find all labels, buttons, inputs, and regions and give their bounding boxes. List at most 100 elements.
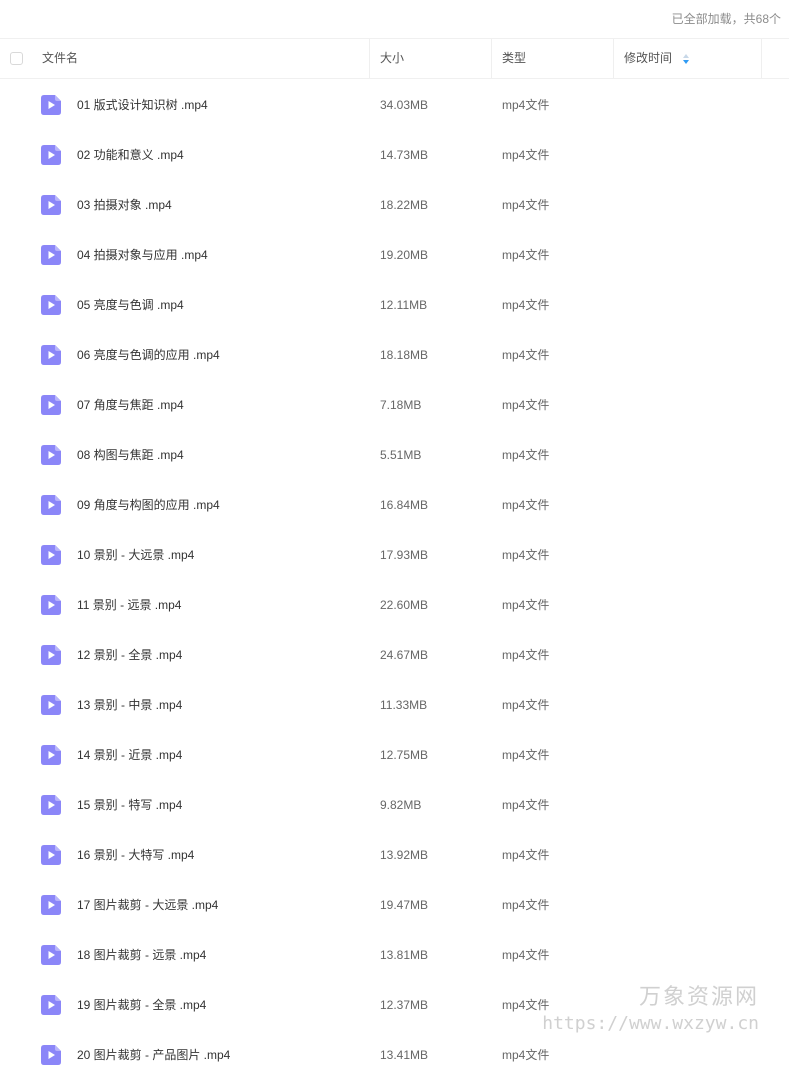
file-name[interactable]: 10 景别 - 大远景 .mp4 <box>77 530 194 580</box>
file-row[interactable]: 14 景别 - 近景 .mp4 12.75MB mp4文件 <box>0 730 789 780</box>
file-type: mp4文件 <box>502 398 550 412</box>
file-row[interactable]: 19 图片裁剪 - 全景 .mp4 12.37MB mp4文件 <box>0 980 789 1030</box>
file-row[interactable]: 13 景别 - 中景 .mp4 11.33MB mp4文件 <box>0 680 789 730</box>
file-size: 11.33MB <box>380 698 428 712</box>
video-file-icon <box>41 95 61 115</box>
file-size: 12.37MB <box>380 998 429 1012</box>
file-type: mp4文件 <box>502 248 550 262</box>
file-name[interactable]: 18 图片裁剪 - 远景 .mp4 <box>77 930 206 980</box>
file-row[interactable]: 02 功能和意义 .mp4 14.73MB mp4文件 <box>0 130 789 180</box>
video-file-icon <box>41 445 61 465</box>
file-type: mp4文件 <box>502 198 550 212</box>
column-divider[interactable] <box>761 39 762 78</box>
video-file-icon <box>41 745 61 765</box>
file-row[interactable]: 17 图片裁剪 - 大远景 .mp4 19.47MB mp4文件 <box>0 880 789 930</box>
file-name[interactable]: 14 景别 - 近景 .mp4 <box>77 730 182 780</box>
file-row[interactable]: 07 角度与焦距 .mp4 7.18MB mp4文件 <box>0 380 789 430</box>
column-header-size[interactable]: 大小 <box>380 39 404 78</box>
file-size: 19.20MB <box>380 248 429 262</box>
file-row[interactable]: 05 亮度与色调 .mp4 12.11MB mp4文件 <box>0 280 789 330</box>
file-row[interactable]: 15 景别 - 特写 .mp4 9.82MB mp4文件 <box>0 780 789 830</box>
file-type: mp4文件 <box>502 698 550 712</box>
file-size: 12.75MB <box>380 748 429 762</box>
video-file-icon <box>41 595 61 615</box>
video-file-icon <box>41 245 61 265</box>
file-row[interactable]: 01 版式设计知识树 .mp4 34.03MB mp4文件 <box>0 80 789 130</box>
column-header-name[interactable]: 文件名 <box>42 39 78 78</box>
file-size: 24.67MB <box>380 648 429 662</box>
video-file-icon <box>41 895 61 915</box>
file-size: 18.22MB <box>380 198 429 212</box>
file-name[interactable]: 19 图片裁剪 - 全景 .mp4 <box>77 980 206 1030</box>
video-file-icon <box>41 545 61 565</box>
file-name[interactable]: 07 角度与焦距 .mp4 <box>77 380 184 430</box>
file-type: mp4文件 <box>502 948 550 962</box>
file-name[interactable]: 13 景别 - 中景 .mp4 <box>77 680 182 730</box>
column-divider[interactable] <box>491 39 492 78</box>
file-row[interactable]: 04 拍摄对象与应用 .mp4 19.20MB mp4文件 <box>0 230 789 280</box>
file-name[interactable]: 08 构图与焦距 .mp4 <box>77 430 184 480</box>
column-divider[interactable] <box>369 39 370 78</box>
sort-icon[interactable] <box>682 53 690 65</box>
file-name[interactable]: 05 亮度与色调 .mp4 <box>77 280 184 330</box>
video-file-icon <box>41 145 61 165</box>
file-name[interactable]: 03 拍摄对象 .mp4 <box>77 180 172 230</box>
file-size: 18.18MB <box>380 348 429 362</box>
file-type: mp4文件 <box>502 98 550 112</box>
file-type: mp4文件 <box>502 498 550 512</box>
load-status: 已全部加载，共68个 <box>671 12 781 26</box>
file-type: mp4文件 <box>502 598 550 612</box>
file-row[interactable]: 08 构图与焦距 .mp4 5.51MB mp4文件 <box>0 430 789 480</box>
file-size: 7.18MB <box>380 398 422 412</box>
column-divider[interactable] <box>613 39 614 78</box>
file-row[interactable]: 16 景别 - 大特写 .mp4 13.92MB mp4文件 <box>0 830 789 880</box>
file-size: 16.84MB <box>380 498 429 512</box>
file-row[interactable]: 20 图片裁剪 - 产品图片 .mp4 13.41MB mp4文件 <box>0 1030 789 1080</box>
file-row[interactable]: 03 拍摄对象 .mp4 18.22MB mp4文件 <box>0 180 789 230</box>
file-name[interactable]: 12 景别 - 全景 .mp4 <box>77 630 182 680</box>
file-name[interactable]: 09 角度与构图的应用 .mp4 <box>77 480 220 530</box>
file-size: 13.81MB <box>380 948 429 962</box>
video-file-icon <box>41 945 61 965</box>
file-size: 14.73MB <box>380 148 429 162</box>
file-type: mp4文件 <box>502 898 550 912</box>
video-file-icon <box>41 695 61 715</box>
file-size: 17.93MB <box>380 548 429 562</box>
file-name[interactable]: 17 图片裁剪 - 大远景 .mp4 <box>77 880 218 930</box>
file-row[interactable]: 18 图片裁剪 - 远景 .mp4 13.81MB mp4文件 <box>0 930 789 980</box>
file-type: mp4文件 <box>502 848 550 862</box>
file-type: mp4文件 <box>502 298 550 312</box>
file-name[interactable]: 02 功能和意义 .mp4 <box>77 130 184 180</box>
video-file-icon <box>41 345 61 365</box>
file-name[interactable]: 11 景别 - 远景 .mp4 <box>77 580 181 630</box>
column-header-modified[interactable]: 修改时间 <box>624 39 672 78</box>
file-row[interactable]: 10 景别 - 大远景 .mp4 17.93MB mp4文件 <box>0 530 789 580</box>
file-name[interactable]: 06 亮度与色调的应用 .mp4 <box>77 330 220 380</box>
file-name[interactable]: 20 图片裁剪 - 产品图片 .mp4 <box>77 1030 230 1080</box>
file-list: 01 版式设计知识树 .mp4 34.03MB mp4文件 02 功能和意义 .mp4… <box>0 80 789 1080</box>
file-type: mp4文件 <box>502 548 550 562</box>
file-name[interactable]: 15 景别 - 特写 .mp4 <box>77 780 182 830</box>
file-size: 13.92MB <box>380 848 429 862</box>
select-all-checkbox[interactable] <box>10 52 23 65</box>
video-file-icon <box>41 395 61 415</box>
file-name[interactable]: 04 拍摄对象与应用 .mp4 <box>77 230 208 280</box>
file-size: 19.47MB <box>380 898 429 912</box>
video-file-icon <box>41 995 61 1015</box>
video-file-icon <box>41 195 61 215</box>
file-row[interactable]: 11 景别 - 远景 .mp4 22.60MB mp4文件 <box>0 580 789 630</box>
file-row[interactable]: 12 景别 - 全景 .mp4 24.67MB mp4文件 <box>0 630 789 680</box>
video-file-icon <box>41 645 61 665</box>
file-type: mp4文件 <box>502 998 550 1012</box>
file-row[interactable]: 06 亮度与色调的应用 .mp4 18.18MB mp4文件 <box>0 330 789 380</box>
video-file-icon <box>41 1045 61 1065</box>
file-name[interactable]: 01 版式设计知识树 .mp4 <box>77 80 208 130</box>
file-size: 22.60MB <box>380 598 429 612</box>
file-row[interactable]: 09 角度与构图的应用 .mp4 16.84MB mp4文件 <box>0 480 789 530</box>
file-size: 12.11MB <box>380 298 428 312</box>
column-header-type[interactable]: 类型 <box>502 39 526 78</box>
file-size: 13.41MB <box>380 1048 429 1062</box>
file-type: mp4文件 <box>502 148 550 162</box>
file-name[interactable]: 16 景别 - 大特写 .mp4 <box>77 830 194 880</box>
file-size: 5.51MB <box>380 448 422 462</box>
